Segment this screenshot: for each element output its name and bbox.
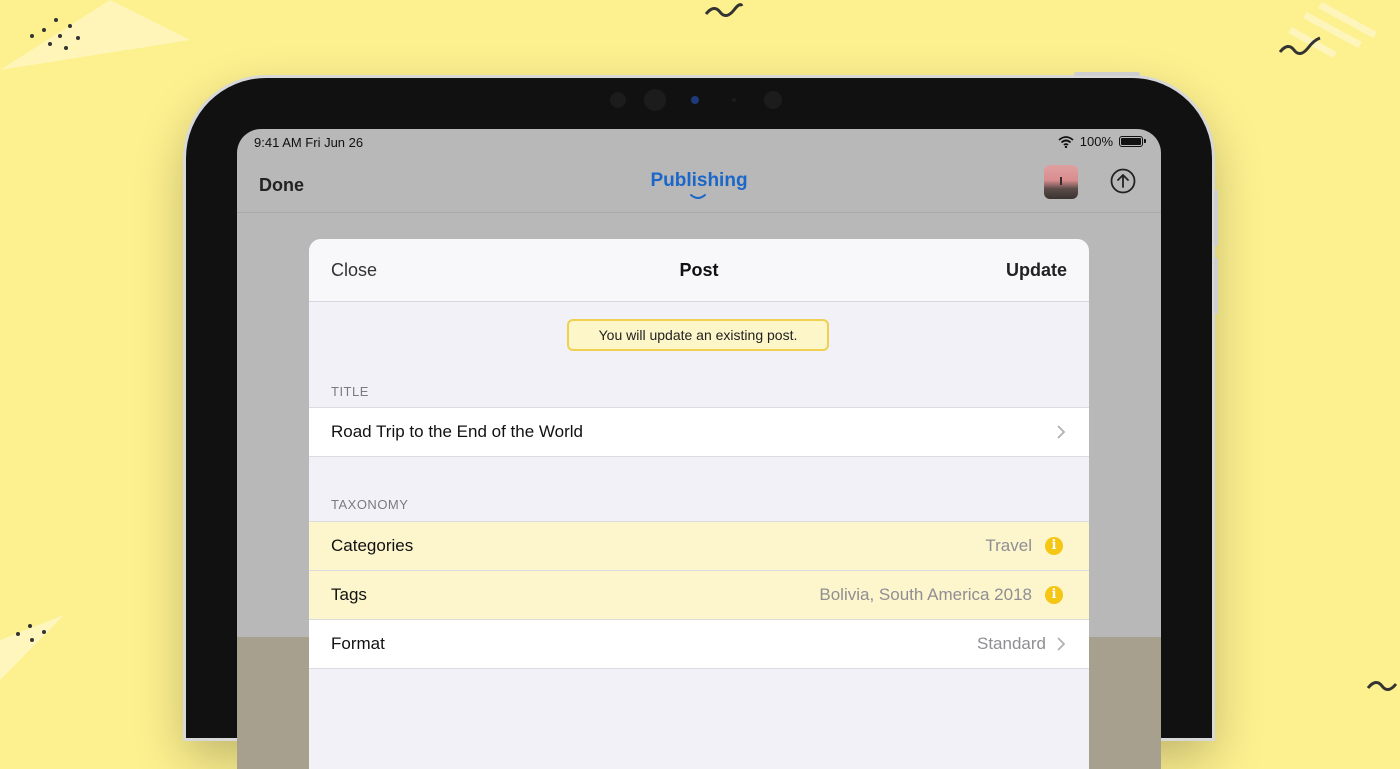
chevron-right-icon bbox=[1057, 425, 1065, 439]
categories-value: Travel bbox=[985, 536, 1032, 555]
volume-button bbox=[1214, 190, 1218, 246]
chevron-right-icon bbox=[1057, 637, 1065, 651]
section-label-taxonomy: TAXONOMY bbox=[331, 497, 409, 512]
update-button[interactable]: Update bbox=[1006, 260, 1067, 281]
status-bar: 9:41 AM Fri Jun 26 100% bbox=[237, 129, 1161, 155]
format-label: Format bbox=[331, 634, 385, 653]
status-right: 100% bbox=[1058, 134, 1146, 149]
format-value: Standard bbox=[977, 634, 1046, 653]
post-title-row[interactable]: Road Trip to the End of the World bbox=[309, 408, 1089, 457]
info-icon[interactable]: i bbox=[1045, 586, 1063, 604]
post-title-text: Road Trip to the End of the World bbox=[331, 422, 583, 441]
post-sheet: Close Post Update You will update an exi… bbox=[309, 239, 1089, 769]
categories-row[interactable]: Categories Travel i bbox=[309, 522, 1089, 571]
upload-icon[interactable] bbox=[1110, 168, 1136, 194]
ipad-device: 9:41 AM Fri Jun 26 100% Done Publishing bbox=[186, 72, 1218, 769]
nav-title-publishing[interactable]: Publishing bbox=[237, 170, 1161, 192]
format-row[interactable]: Format Standard bbox=[309, 620, 1089, 669]
sheet-header: Close Post Update bbox=[309, 239, 1089, 302]
featured-image-thumbnail[interactable] bbox=[1044, 165, 1078, 199]
categories-label: Categories bbox=[331, 536, 414, 555]
chevron-down-icon[interactable] bbox=[689, 193, 707, 201]
battery-percent: 100% bbox=[1079, 134, 1113, 149]
tags-row[interactable]: Tags Bolivia, South America 2018 i bbox=[309, 571, 1089, 620]
info-icon[interactable]: i bbox=[1045, 537, 1063, 555]
navigation-bar: Done Publishing bbox=[237, 155, 1161, 213]
top-button bbox=[1074, 72, 1140, 76]
camera-bar bbox=[186, 89, 1212, 112]
status-time: 9:41 AM Fri Jun 26 bbox=[254, 135, 364, 150]
tags-value: Bolivia, South America 2018 bbox=[819, 585, 1032, 604]
sheet-title: Post bbox=[679, 260, 719, 280]
battery-icon bbox=[1119, 136, 1146, 147]
section-label-title: TITLE bbox=[331, 384, 369, 399]
tags-label: Tags bbox=[331, 585, 367, 604]
volume-button bbox=[1214, 258, 1218, 314]
wifi-icon bbox=[1058, 135, 1074, 148]
update-notice: You will update an existing post. bbox=[567, 319, 829, 351]
screen: 9:41 AM Fri Jun 26 100% Done Publishing bbox=[237, 129, 1161, 769]
